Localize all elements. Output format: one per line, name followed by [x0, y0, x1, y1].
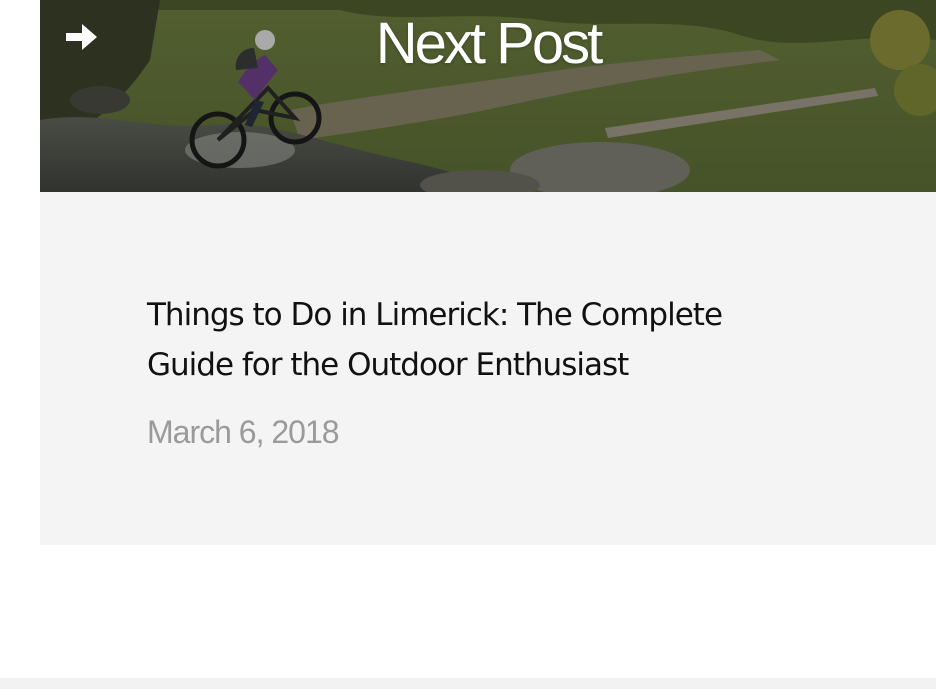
page: Next Post Things to Do in Limerick: The … [0, 0, 936, 689]
post-title-link[interactable]: Things to Do in Limerick: The Complete G… [147, 290, 807, 390]
next-post-heading: Next Post [40, 10, 936, 77]
next-post-card: Things to Do in Limerick: The Complete G… [40, 192, 936, 545]
next-post-banner[interactable]: Next Post [40, 0, 936, 192]
next-post-label: Next Post [375, 11, 603, 76]
post-date: March 6, 2018 [147, 414, 340, 450]
arrow-right-icon [66, 24, 97, 50]
footer-divider [0, 678, 936, 689]
